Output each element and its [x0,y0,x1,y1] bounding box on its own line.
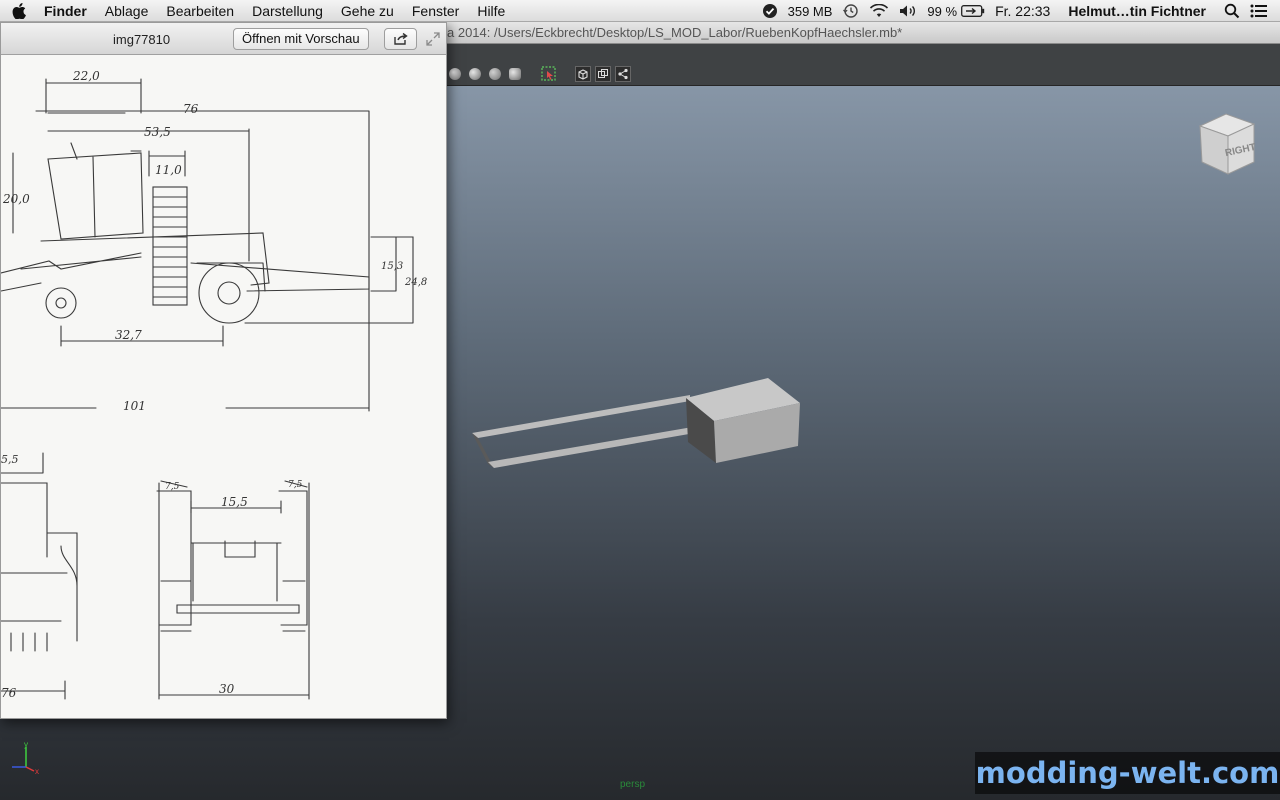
status-area: 359 MB 99 % Fr. 22:33 Helmut…tin Fichtne… [762,0,1280,22]
xray-icon[interactable] [595,66,611,82]
menu-gehe-zu[interactable]: Gehe zu [332,0,403,22]
share-button[interactable] [384,28,417,50]
isolate-select-icon[interactable] [575,66,591,82]
menu-bar: Finder Ablage Bearbeiten Darstellung Geh… [0,0,1280,22]
dim-label-2: 76 [183,102,199,116]
share-icon [393,32,408,45]
dim-label-12: 15,5 [221,495,248,509]
dim-label-14: 30 [219,682,235,696]
dim-label-15: 76 [1,686,17,700]
memory-monitor-icon[interactable] [762,3,778,19]
menu-hilfe[interactable]: Hilfe [468,0,514,22]
battery-icon[interactable] [961,5,985,17]
battery-text: 99 % [927,3,958,19]
quicklook-toolbar: img77810 Öffnen mit Vorschau [1,23,446,55]
dim-label-8: 32,7 [115,328,142,342]
memory-text: 359 MB [787,3,833,19]
bounding-box-icon[interactable] [507,66,523,82]
select-camera-icon[interactable] [541,66,557,82]
menu-darstellung[interactable]: Darstellung [243,0,332,22]
flat-shade-icon[interactable] [487,66,503,82]
drawing-sketch: 22,0 76 53,5 11,0 20,0 15,3 24,8 32,7 10… [1,69,427,700]
rail-lower-top [488,424,712,468]
view-cube[interactable]: RIGHT [1194,108,1260,183]
dim-label-13: 7,5 [288,480,303,490]
menu-finder[interactable]: Finder [38,0,96,22]
axis-indicator: y x [8,740,42,780]
dim-label-6: 15,3 [381,261,403,272]
menu-bearbeiten[interactable]: Bearbeiten [157,0,243,22]
axis-y-label: y [24,741,28,749]
quicklook-panel: img77810 Öffnen mit Vorschau 22,0 76 53,… [0,22,447,719]
smooth-shade-selected-icon[interactable] [467,66,483,82]
technical-drawing: 22,0 76 53,5 11,0 20,0 15,3 24,8 32,7 10… [1,55,446,718]
notification-center-icon[interactable] [1250,4,1268,18]
menu-ablage[interactable]: Ablage [96,0,158,22]
desktop: Finder Ablage Bearbeiten Darstellung Geh… [0,0,1280,800]
spotlight-search-icon[interactable] [1224,3,1240,19]
menu-fenster[interactable]: Fenster [403,0,468,22]
dim-label-4: 11,0 [155,163,182,177]
dim-label-11: 7,5 [165,482,180,492]
fullscreen-icon[interactable] [425,31,441,47]
apple-menu-icon[interactable] [0,0,38,22]
maya-window-title: a 2014: /Users/Eckbrecht/Desktop/LS_MOD_… [447,25,903,40]
smooth-shade-all-icon[interactable] [447,66,463,82]
volume-icon[interactable] [899,4,917,18]
dim-label-9: 101 [123,399,146,413]
camera-label: persp [620,779,646,790]
wifi-icon[interactable] [869,4,889,18]
user-menu[interactable]: Helmut…tin Fichtner [1068,3,1206,19]
time-machine-icon[interactable] [842,3,859,19]
axis-x-label: x [35,767,39,775]
dim-label-7: 24,8 [404,277,427,288]
xray-joints-icon[interactable] [615,66,631,82]
open-with-preview-button[interactable]: Öffnen mit Vorschau [233,28,369,50]
rail-upper-top [472,395,690,438]
dim-label-1: 22,0 [72,69,100,83]
dim-label-10: 5,5 [1,453,19,466]
dim-label-3: 53,5 [144,125,171,139]
clock[interactable]: Fr. 22:33 [995,3,1050,19]
dim-label-5: 20,0 [2,192,30,206]
watermark: modding-welt.com [975,752,1280,794]
quicklook-filename: img77810 [113,32,171,47]
